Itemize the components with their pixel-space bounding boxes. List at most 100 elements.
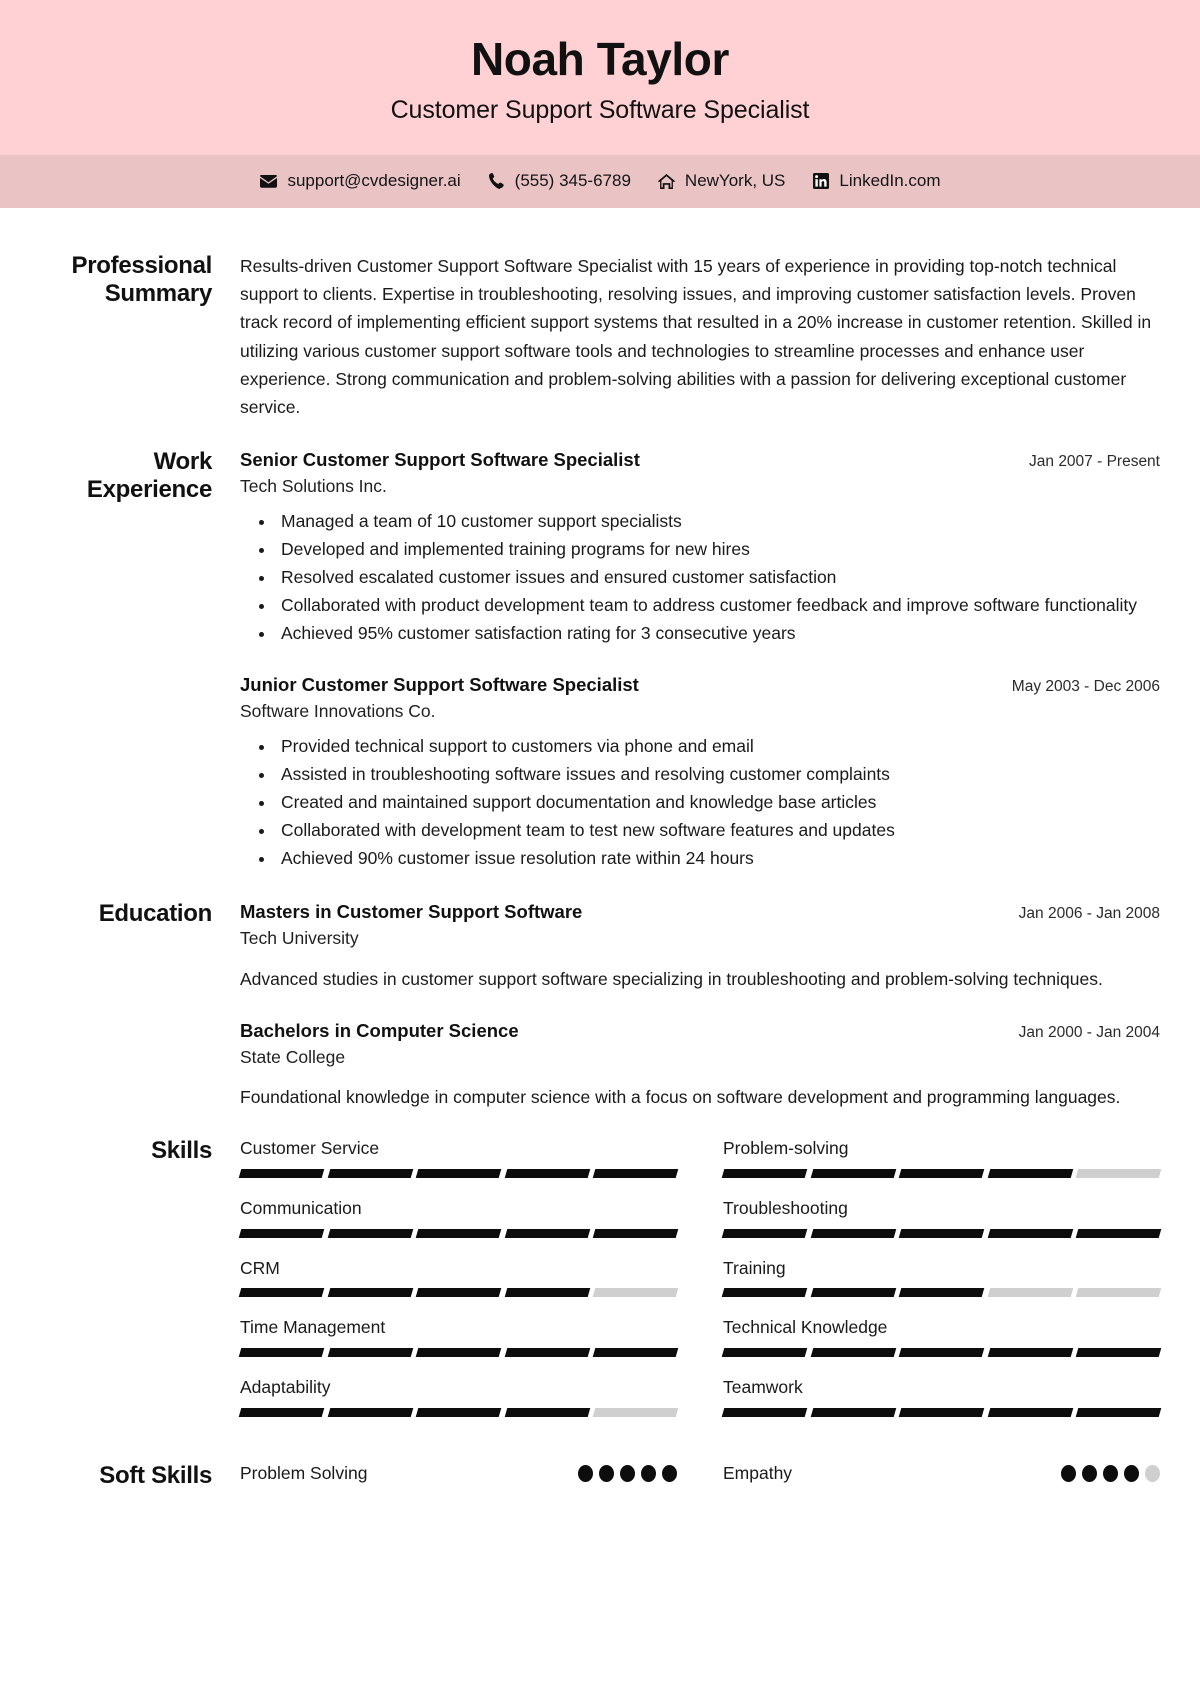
rating-dot <box>1145 1464 1160 1482</box>
skill-bar-segment <box>238 1168 324 1178</box>
rating-dot <box>1082 1464 1097 1482</box>
soft-skill-name: Empathy <box>723 1462 793 1483</box>
soft-skill-name: Problem Solving <box>240 1462 368 1483</box>
skill-bar-segment <box>415 1228 502 1238</box>
education-description: Foundational knowledge in computer scien… <box>240 1087 1121 1108</box>
skill-bar-segment <box>504 1407 590 1417</box>
bullet-item: Assisted in troubleshooting software iss… <box>276 762 1160 788</box>
bullet-item: Developed and implemented training progr… <box>276 537 1160 563</box>
education-institution: Tech University <box>240 927 359 948</box>
skill-bar-segment <box>593 1348 679 1358</box>
linkedin-icon <box>811 173 830 190</box>
section-soft-skills: Soft Skills Problem Solving Empathy <box>40 1462 1160 1491</box>
resume-header: Noah Taylor Customer Support Software Sp… <box>0 0 1200 155</box>
skill-item: Customer Service <box>238 1137 679 1178</box>
section-label-work: Work Experience <box>86 447 212 504</box>
skill-bar-segment <box>721 1228 807 1238</box>
skill-name: CRM <box>240 1257 280 1278</box>
section-body-soft-skills: Problem Solving Empathy <box>240 1462 1160 1485</box>
skill-name: Teamwork <box>723 1377 803 1398</box>
skill-bar-segment <box>721 1168 807 1178</box>
contact-linkedin-text: LinkedIn.com <box>839 171 941 191</box>
education-date: Jan 2000 - Jan 2004 <box>1018 1023 1160 1041</box>
skill-item: Adaptability <box>238 1376 679 1417</box>
education-entry: Masters in Customer Support Software Jan … <box>240 900 1160 993</box>
skill-bar-segment <box>327 1228 413 1238</box>
skill-bar-segment <box>721 1288 807 1298</box>
skill-bar-segment <box>810 1288 896 1298</box>
skill-bar-segment <box>1076 1407 1162 1417</box>
soft-skills-grid: Problem Solving Empathy <box>240 1462 1160 1485</box>
contact-location[interactable]: NewYork, US <box>657 171 785 191</box>
section-body-work: Senior Customer Support Software Special… <box>240 448 1160 874</box>
skill-bar-segment <box>415 1168 502 1178</box>
rating-dot <box>1103 1464 1118 1482</box>
rating-dot <box>599 1464 614 1482</box>
skill-bar-segment <box>898 1407 985 1417</box>
work-entry-date: Jan 2007 - Present <box>1029 452 1160 470</box>
skill-bar-segment <box>593 1228 679 1238</box>
skill-bar-segment <box>987 1407 1073 1417</box>
skill-bar-segment <box>898 1168 985 1178</box>
work-entry-header: Junior Customer Support Software Special… <box>240 673 1160 697</box>
skill-item: Communication <box>238 1197 679 1238</box>
skill-level-bar <box>721 1288 1162 1298</box>
education-entry-header: Masters in Customer Support Software Jan … <box>240 900 1160 924</box>
rating-dot <box>578 1464 593 1482</box>
skill-item: Troubleshooting <box>721 1197 1162 1238</box>
contact-bar: support@cvdesigner.ai (555) 345-6789 New… <box>0 154 1200 208</box>
skill-bar-segment <box>504 1228 590 1238</box>
skill-bar-segment <box>987 1348 1073 1358</box>
soft-skill-item: Empathy <box>723 1462 1160 1485</box>
skill-bar-segment <box>504 1348 590 1358</box>
skill-bar-segment <box>898 1348 985 1358</box>
section-professional-summary: Professional Summary Results-driven Cust… <box>40 252 1160 422</box>
skill-bar-segment <box>987 1228 1073 1238</box>
skill-bar-segment <box>987 1168 1073 1178</box>
education-entry: Bachelors in Computer Science Jan 2000 - … <box>240 1019 1160 1112</box>
work-entry-date: May 2003 - Dec 2006 <box>1011 677 1160 695</box>
skill-name: Troubleshooting <box>723 1197 848 1218</box>
bullet-item: Achieved 90% customer issue resolution r… <box>276 846 1160 872</box>
skill-bar-segment <box>1076 1288 1162 1298</box>
skill-bar-segment <box>1076 1228 1162 1238</box>
skill-bar-segment <box>898 1228 985 1238</box>
skill-bar-segment <box>593 1407 679 1417</box>
section-label-education: Education <box>98 899 213 927</box>
section-body-summary: Results-driven Customer Support Software… <box>240 252 1160 422</box>
skill-name: Problem-solving <box>723 1138 849 1159</box>
skill-name: Time Management <box>240 1317 386 1338</box>
skill-bar-segment <box>415 1348 502 1358</box>
skill-item: Time Management <box>238 1316 679 1358</box>
soft-skill-rating-dots <box>578 1464 677 1482</box>
contact-linkedin[interactable]: LinkedIn.com <box>811 171 941 191</box>
skill-bar-segment <box>504 1288 590 1298</box>
skill-item: Problem-solving <box>721 1137 1162 1178</box>
skill-bar-segment <box>415 1407 502 1417</box>
skill-level-bar <box>721 1348 1162 1358</box>
section-body-education: Masters in Customer Support Software Jan … <box>240 900 1160 1111</box>
contact-email[interactable]: support@cvdesigner.ai <box>259 171 461 191</box>
work-entry-bullets: Managed a team of 10 customer support sp… <box>240 509 1160 646</box>
rating-dot <box>662 1464 677 1482</box>
skill-name: Adaptability <box>240 1377 331 1398</box>
section-skills: Skills Customer Service Problem-solving Co… <box>40 1137 1162 1436</box>
skill-bar-segment <box>238 1348 324 1358</box>
envelope-icon <box>259 173 278 190</box>
skill-bar-segment <box>898 1288 985 1298</box>
skill-name: Customer Service <box>240 1138 380 1159</box>
contact-phone-text: (555) 345-6789 <box>514 171 631 191</box>
skill-level-bar <box>238 1407 679 1417</box>
rating-dot <box>641 1464 656 1482</box>
skill-level-bar <box>238 1168 679 1178</box>
skill-bar-segment <box>327 1348 413 1358</box>
contact-phone[interactable]: (555) 345-6789 <box>487 171 631 191</box>
skill-item: Training <box>721 1257 1162 1298</box>
skill-level-bar <box>721 1407 1162 1417</box>
skill-bar-segment <box>238 1228 324 1238</box>
section-label-summary: Professional Summary <box>71 251 213 308</box>
education-degree: Masters in Customer Support Software <box>240 900 583 922</box>
skill-name: Training <box>723 1257 786 1278</box>
section-education: Education Masters in Customer Support So… <box>40 900 1160 1111</box>
education-institution: State College <box>240 1046 346 1067</box>
